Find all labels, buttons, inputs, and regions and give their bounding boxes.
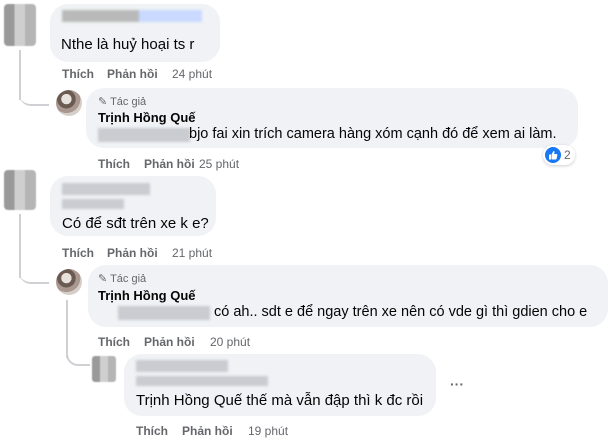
comment-text: Có để sđt trên xe k e? [62,215,209,232]
comment-time[interactable]: 19 phút [248,424,288,438]
reply-button[interactable]: Phản hồi [107,246,158,260]
avatar[interactable] [4,4,36,46]
comment-time[interactable]: 25 phút [199,157,239,171]
like-button[interactable]: Thích [98,157,130,171]
comment-text: có ah.. sdt e để ngay trên xe nên có vde… [214,304,588,320]
thread-connector [19,262,49,284]
comment-time[interactable]: 24 phút [172,67,212,81]
blurred-username [136,360,228,372]
comment-text: Trịnh Hồng Quế thế mà vẫn đập thì k đc r… [136,392,424,409]
blurred-mention [98,128,190,142]
reply-button[interactable]: Phản hồi [107,67,158,81]
thread-connector [66,342,90,366]
comment-text: bjo fai xin trích camera hàng xóm cạnh đ… [189,126,557,142]
reply-button[interactable]: Phản hồi [144,157,195,171]
like-button[interactable]: Thích [136,424,168,438]
blurred-username [62,183,150,195]
avatar[interactable] [56,90,82,116]
blurred-line [62,199,124,209]
more-options-icon[interactable]: ··· [450,376,464,392]
author-badge: ✎ Tác giả [98,95,146,108]
like-button[interactable]: Thích [62,67,94,81]
blurred-mention [118,306,210,320]
comment-author[interactable]: Trịnh Hồng Quế [98,110,196,125]
comment-author[interactable]: Trịnh Hồng Quế [98,288,196,303]
pencil-icon: ✎ [98,273,108,285]
author-badge: ✎ Tác giả [98,272,146,285]
reply-button[interactable]: Phản hồi [144,335,195,349]
avatar[interactable] [92,356,116,382]
avatar[interactable] [56,269,82,295]
author-badge-label: Tác giả [110,273,147,285]
like-button[interactable]: Thích [62,246,94,260]
blurred-line [136,376,268,386]
reaction-count-label: 2 [564,148,571,162]
blurred-username [62,10,202,22]
like-icon [545,147,561,163]
reply-button[interactable]: Phản hồi [182,424,233,438]
avatar[interactable] [4,170,36,210]
comment-time[interactable]: 21 phút [172,246,212,260]
reaction-count[interactable]: 2 [543,145,575,165]
thread-connector [19,80,49,106]
like-button[interactable]: Thích [98,335,130,349]
comment-time[interactable]: 20 phút [210,335,250,349]
comment-text: Nthe là huỷ hoại ts r [61,36,195,53]
pencil-icon: ✎ [98,96,108,108]
author-badge-label: Tác giả [110,96,147,108]
